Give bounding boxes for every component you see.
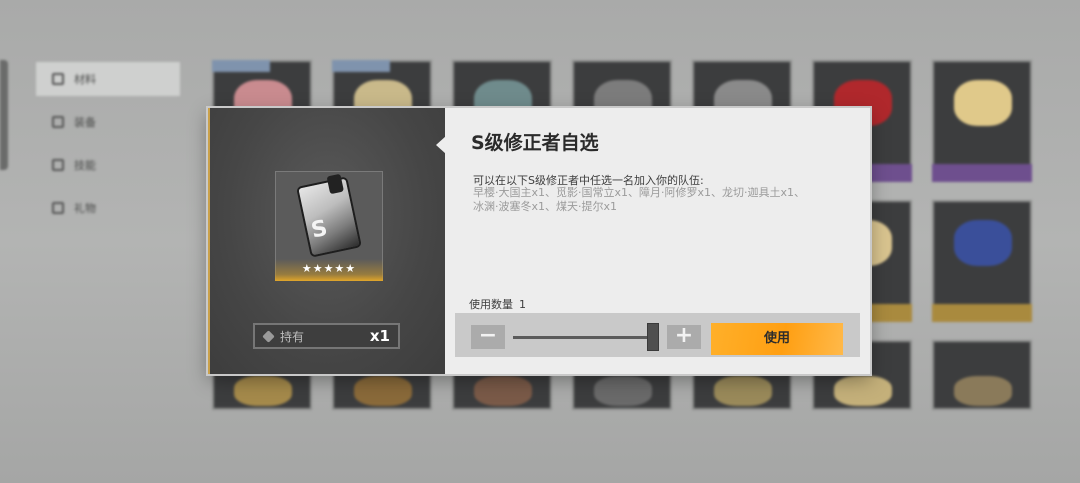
selector-card-icon: S [298,173,360,256]
nav-item-equipment[interactable]: 装备 [36,105,180,139]
item-use-dialog: S ★★★★★ 持有 x1 S级修正者自选 可以在以下S级修正者中任选一名加入你… [208,108,870,374]
increase-button[interactable]: + [667,325,701,349]
quantity-control-bar: − + 使用 [455,313,860,357]
nav-item-skills[interactable]: 技能 [36,148,180,182]
nav-item-gifts[interactable]: 礼物 [36,191,180,225]
description-list: 早樱·大国主x1、觅影·国常立x1、障月·阿修罗x1、龙切·迦具土x1、 冰渊·… [473,186,853,214]
item-card: S ★★★★★ [275,171,383,281]
description-line: 冰渊·波塞冬x1、煤天·提尔x1 [473,200,618,213]
quantity-label: 使用数量 1 [469,298,526,311]
left-edge-handle [0,60,8,170]
inventory-cell[interactable] [932,340,1032,410]
nav-item-materials[interactable]: 材料 [36,62,180,96]
materials-icon [52,73,64,85]
decrease-button[interactable]: − [471,325,505,349]
description-line: 早樱·大国主x1、觅影·国常立x1、障月·阿修罗x1、龙切·迦具土x1、 [473,186,806,199]
rarity-stars: ★★★★★ [275,259,383,281]
skills-icon [52,159,64,171]
item-preview-panel: S ★★★★★ 持有 x1 [208,108,445,374]
gifts-icon [52,202,64,214]
inventory-cell[interactable] [932,60,1032,182]
inventory-nav: 材料 装备 技能 礼物 [36,62,180,234]
held-count-box: 持有 x1 [253,323,400,349]
use-button[interactable]: 使用 [711,323,843,355]
quantity-value: 1 [519,298,526,311]
held-label: 持有 [280,329,305,344]
equipment-icon [52,116,64,128]
inventory-cell[interactable] [932,200,1032,322]
cube-icon [262,329,275,343]
quantity-slider[interactable] [513,336,651,339]
slider-thumb[interactable] [647,323,659,351]
held-count: x1 [369,327,390,345]
dialog-title: S级修正者自选 [471,132,599,154]
item-detail-panel: S级修正者自选 可以在以下S级修正者中任选一名加入你的队伍: 早樱·大国主x1、… [445,108,870,374]
